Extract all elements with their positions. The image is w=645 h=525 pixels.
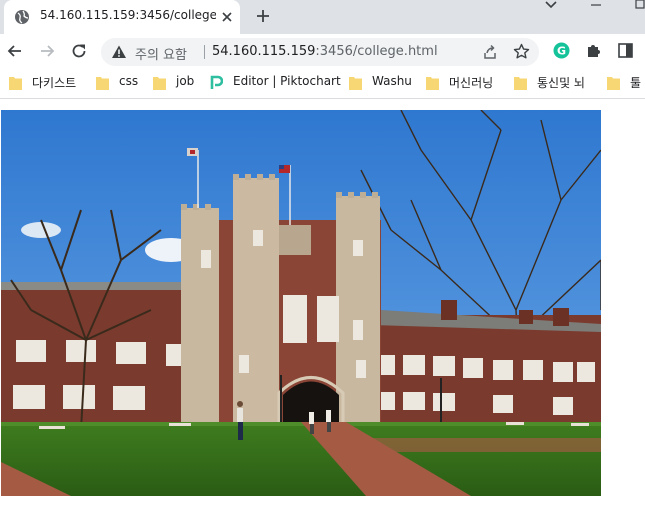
chevron-down-icon[interactable] xyxy=(543,0,559,12)
bookmark-label: css xyxy=(119,74,139,88)
bookmark-star-icon[interactable] xyxy=(513,43,530,60)
close-icon[interactable] xyxy=(220,10,234,24)
bookmark-label: Washu xyxy=(372,74,412,88)
bookmark-label: 툴 xyxy=(630,76,642,90)
forward-arrow-icon[interactable] xyxy=(38,42,56,60)
piktochart-icon xyxy=(210,75,223,89)
new-tab-plus-icon[interactable] xyxy=(255,8,271,24)
bookmarks-bar: 다키스트 css job Editor | Piktochart Washu 머… xyxy=(0,68,645,99)
url-text[interactable]: 54.160.115.159:3456/college.html xyxy=(212,44,438,59)
tab-strip: 54.160.115.159:3456/college.htm xyxy=(0,0,645,34)
minimize-icon[interactable] xyxy=(590,0,602,10)
omnibox-divider xyxy=(204,45,205,59)
folder-icon xyxy=(153,77,166,90)
grammarly-icon[interactable]: G xyxy=(553,42,570,59)
warning-icon[interactable] xyxy=(111,44,127,60)
address-bar[interactable]: 주의 요함 54.160.115.159:3456/college.html xyxy=(101,38,539,66)
grammarly-letter: G xyxy=(557,45,566,58)
folder-icon xyxy=(96,77,109,90)
bookmark-label: job xyxy=(176,74,195,88)
extensions-puzzle-icon[interactable] xyxy=(585,42,602,59)
bookmark-item[interactable]: 툴 xyxy=(607,74,645,92)
bookmark-label: 머신러닝 xyxy=(449,76,494,90)
browser-tab[interactable]: 54.160.115.159:3456/college.htm xyxy=(4,0,240,34)
folder-icon xyxy=(514,77,527,90)
share-icon[interactable] xyxy=(482,44,498,60)
bookmark-label: 통신및 뇌 xyxy=(537,76,585,90)
folder-icon xyxy=(426,77,439,90)
reload-icon[interactable] xyxy=(70,42,88,60)
security-status-label[interactable]: 주의 요함 xyxy=(135,44,187,63)
folder-icon xyxy=(607,77,620,90)
folder-icon xyxy=(9,77,22,90)
college-building-image xyxy=(1,110,601,496)
browser-toolbar: 주의 요함 54.160.115.159:3456/college.html xyxy=(0,34,645,68)
college-photo xyxy=(1,110,601,496)
maximize-icon[interactable] xyxy=(634,0,645,11)
globe-icon xyxy=(15,10,29,24)
bookmark-label: 다키스트 xyxy=(32,76,77,90)
back-arrow-icon[interactable] xyxy=(6,42,24,60)
side-panel-icon[interactable] xyxy=(617,42,634,59)
tab-title: 54.160.115.159:3456/college.htm xyxy=(40,8,216,22)
folder-icon xyxy=(349,77,362,90)
bookmark-label: Editor | Piktochart xyxy=(233,74,341,88)
url-host: 54.160.115.159 xyxy=(212,44,316,59)
url-path: :3456/college.html xyxy=(315,44,438,59)
